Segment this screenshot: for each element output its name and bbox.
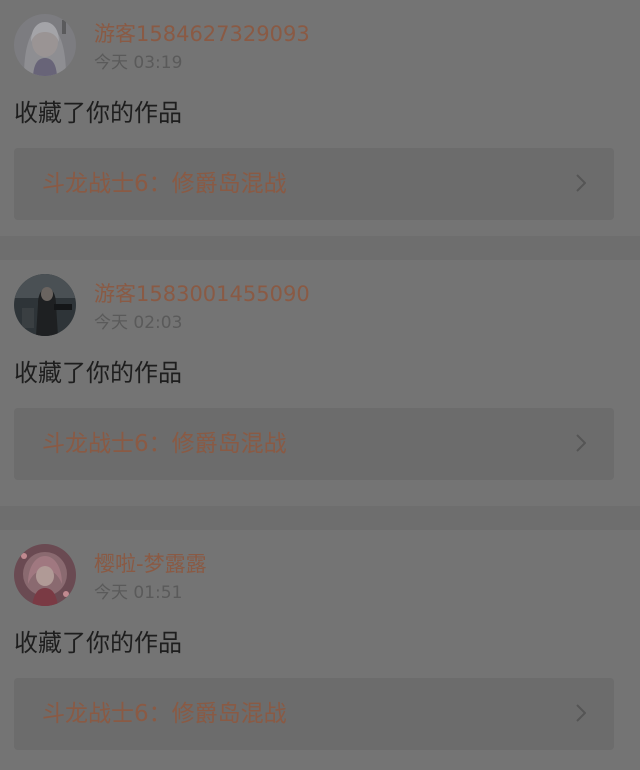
notification-card: 樱啦-梦露露 今天 01:51 收藏了你的作品 斗龙战士6：修爵岛混战 bbox=[0, 530, 640, 770]
pink-character-avatar-icon[interactable] bbox=[14, 544, 76, 606]
work-link[interactable]: 斗龙战士6：修爵岛混战 bbox=[14, 148, 614, 220]
notification-feed: 游客1584627329093 今天 03:19 收藏了你的作品 斗龙战士6：修… bbox=[0, 0, 640, 770]
chevron-right-icon bbox=[576, 174, 587, 192]
work-title: 斗龙战士6：修爵岛混战 bbox=[42, 701, 287, 727]
action-text: 收藏了你的作品 bbox=[14, 629, 182, 657]
timestamp: 今天 01:51 bbox=[94, 583, 183, 603]
timestamp: 今天 03:19 bbox=[94, 53, 183, 73]
work-link[interactable]: 斗龙战士6：修爵岛混战 bbox=[14, 678, 614, 750]
username[interactable]: 游客1583001455090 bbox=[94, 280, 310, 308]
work-link[interactable]: 斗龙战士6：修爵岛混战 bbox=[14, 408, 614, 480]
work-title: 斗龙战士6：修爵岛混战 bbox=[42, 431, 287, 457]
anime-girl-avatar-icon[interactable] bbox=[14, 14, 76, 76]
action-text: 收藏了你的作品 bbox=[14, 99, 182, 127]
notification-card: 游客1583001455090 今天 02:03 收藏了你的作品 斗龙战士6：修… bbox=[0, 260, 640, 506]
username[interactable]: 樱啦-梦露露 bbox=[94, 550, 207, 578]
chevron-right-icon bbox=[576, 704, 587, 722]
notification-card: 游客1584627329093 今天 03:19 收藏了你的作品 斗龙战士6：修… bbox=[0, 0, 640, 236]
timestamp: 今天 02:03 bbox=[94, 313, 183, 333]
action-text: 收藏了你的作品 bbox=[14, 359, 182, 387]
chevron-right-icon bbox=[576, 434, 587, 452]
work-title: 斗龙战士6：修爵岛混战 bbox=[42, 171, 287, 197]
dark-character-avatar-icon[interactable] bbox=[14, 274, 76, 336]
username[interactable]: 游客1584627329093 bbox=[94, 20, 310, 48]
